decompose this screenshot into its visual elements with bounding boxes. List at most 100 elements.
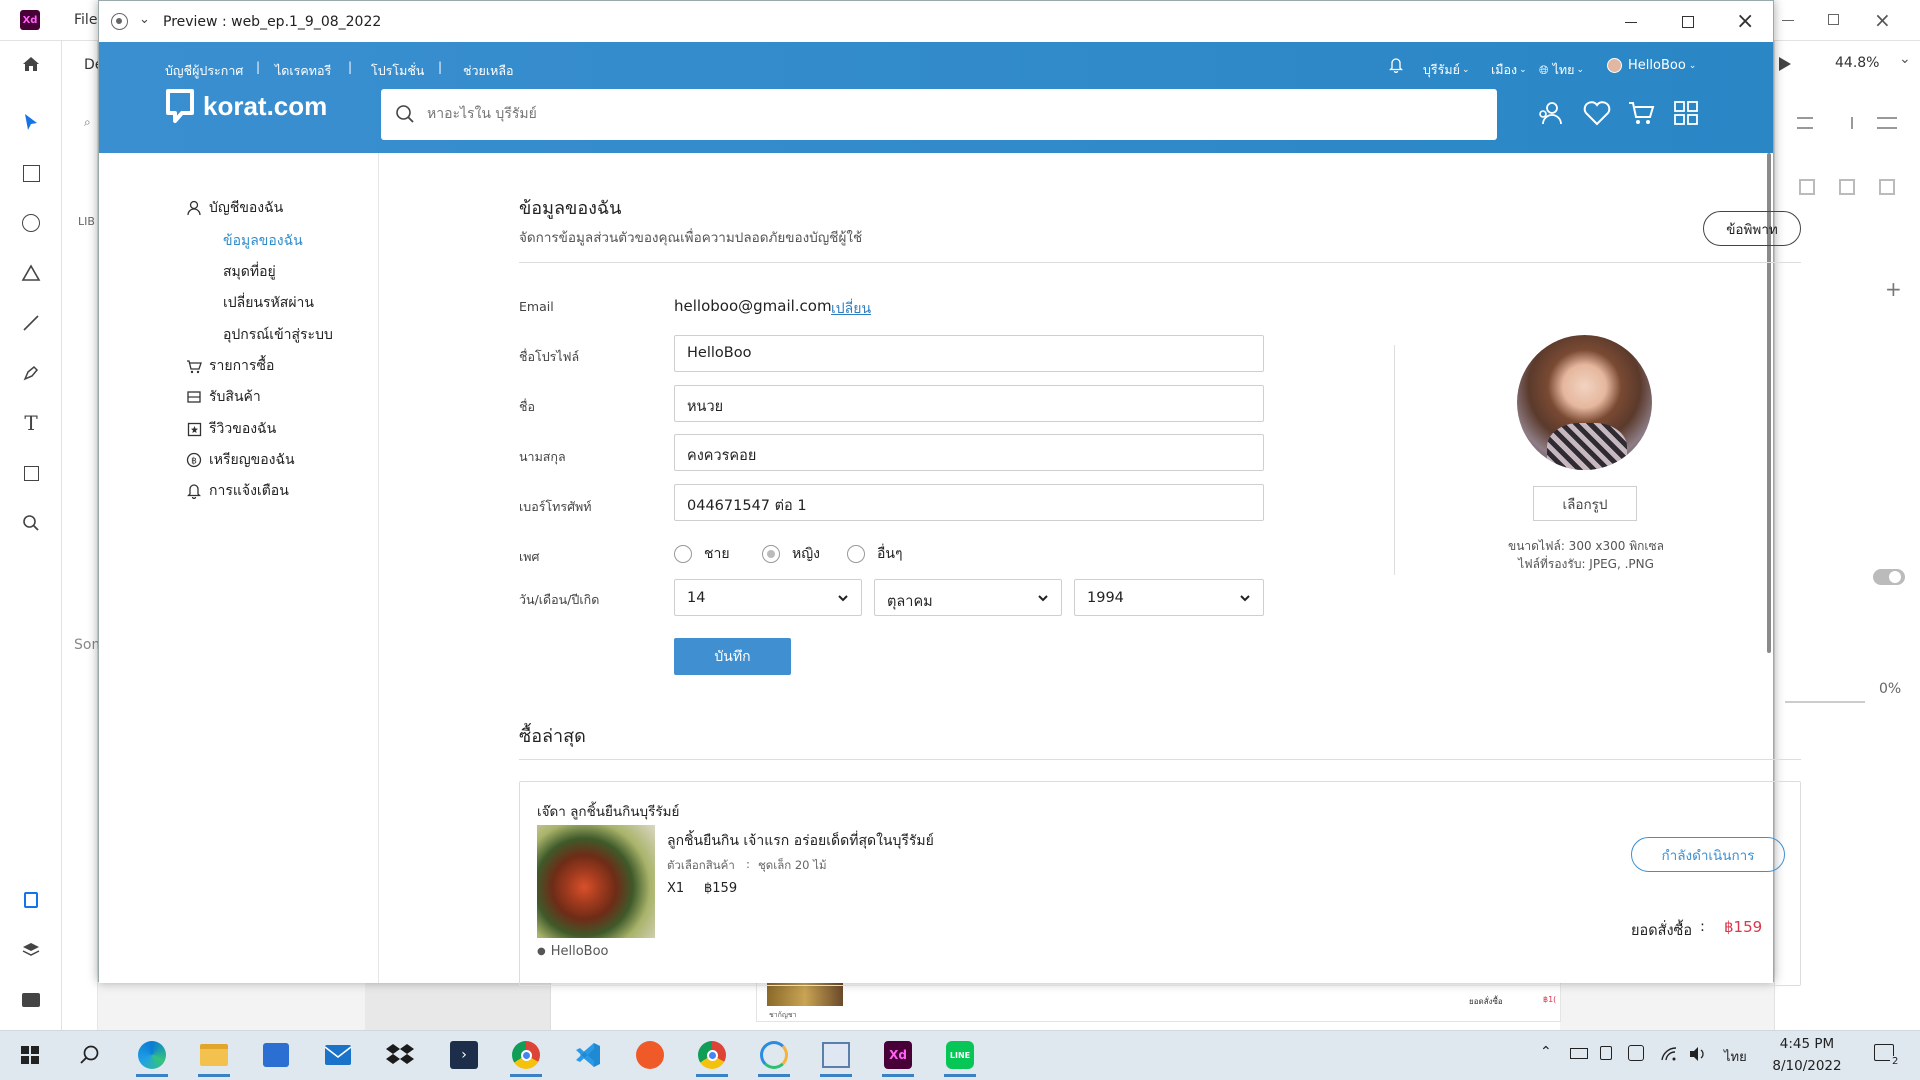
boolean-add-icon[interactable] <box>1799 179 1815 195</box>
align-icon[interactable] <box>1797 117 1813 129</box>
shop-name[interactable]: เจ๊ดา ลูกชิ้นยืนกินบุรีรัมย์ <box>537 800 679 822</box>
dispute-button[interactable]: ข้อพิพาท <box>1703 211 1801 246</box>
edge-browser-icon[interactable] <box>134 1037 170 1077</box>
language-indicator[interactable]: ไทย <box>1724 1046 1747 1067</box>
toplink-advertiser[interactable]: บัญชีผู้ประกาศ <box>165 61 243 81</box>
sidebar-item-purchases[interactable]: รายการซื้อ <box>185 355 274 377</box>
bell-icon[interactable] <box>1388 57 1404 77</box>
search-icon[interactable] <box>72 1037 108 1073</box>
search-bar[interactable] <box>381 89 1497 140</box>
boolean-subtract-icon[interactable] <box>1839 179 1855 195</box>
powershell-icon[interactable]: › <box>446 1037 482 1073</box>
order-card[interactable]: เจ๊ดา ลูกชิ้นยืนกินบุรีรัมย์ ลูกชิ้นยืนก… <box>519 781 1801 986</box>
xd-play-icon[interactable] <box>1779 57 1791 71</box>
last-name-field[interactable]: คงควรคอย <box>674 434 1264 471</box>
polygon-tool-icon[interactable] <box>16 258 46 288</box>
site-logo[interactable]: korat.com <box>165 88 327 124</box>
sidebar-item-reviews[interactable]: รีวิวของฉัน <box>185 418 276 440</box>
choose-photo-button[interactable]: เลือกรูป <box>1533 486 1637 521</box>
photos-app-icon[interactable] <box>756 1037 792 1077</box>
line-app-icon[interactable]: LINE <box>942 1037 978 1077</box>
line-tool-icon[interactable] <box>16 308 46 338</box>
phone-field[interactable]: 044671547 ต่อ 1 <box>674 484 1264 521</box>
close-icon[interactable]: × <box>1736 9 1754 34</box>
chrome-profile-icon[interactable] <box>694 1037 730 1077</box>
volume-icon[interactable] <box>1688 1046 1706 1066</box>
sidebar-item-coins[interactable]: ฿ เหรียญของฉัน <box>185 449 295 471</box>
sidebar-sub-address-book[interactable]: สมุดที่อยู่ <box>223 261 276 283</box>
mail-icon[interactable] <box>320 1037 356 1073</box>
rectangle-tool-icon[interactable] <box>16 158 46 188</box>
cart-icon[interactable] <box>1627 100 1655 130</box>
change-email-link[interactable]: เปลี่ยน <box>831 298 871 320</box>
language-selector[interactable]: 🌐︎ ไทย ⌄ <box>1539 60 1584 80</box>
toplink-directory[interactable]: ไดเรคทอรี <box>275 61 331 81</box>
sync-icon[interactable] <box>1628 1045 1644 1061</box>
adobe-xd-icon[interactable]: Xd <box>880 1037 916 1077</box>
wifi-icon[interactable] <box>1660 1046 1678 1066</box>
status-button[interactable]: กำลังดำเนินการ <box>1631 837 1785 872</box>
apps-grid-icon[interactable] <box>1673 100 1699 130</box>
store-icon[interactable] <box>258 1037 294 1073</box>
file-explorer-icon[interactable] <box>196 1037 232 1077</box>
gender-radio-female[interactable]: หญิง <box>762 543 820 565</box>
province-selector[interactable]: บุรีรัมย์ ⌄ <box>1423 60 1469 80</box>
city-selector[interactable]: เมือง ⌄ <box>1491 60 1527 80</box>
first-name-field[interactable]: หนวย <box>674 385 1264 422</box>
select-tool-icon[interactable] <box>16 107 46 137</box>
gender-radio-male[interactable]: ชาย <box>674 543 730 565</box>
sidebar-item-notifications[interactable]: การแจ้งเตือน <box>185 480 289 502</box>
home-icon[interactable] <box>16 49 46 79</box>
align-right-icon[interactable] <box>1837 117 1853 129</box>
clock-time[interactable]: 4:45 PM <box>1772 1036 1842 1052</box>
meet-icon[interactable] <box>1600 1046 1612 1060</box>
xd-file-menu[interactable]: File <box>74 12 97 28</box>
sidebar-sub-my-info[interactable]: ข้อมูลของฉัน <box>223 230 303 252</box>
xd-opacity-value[interactable]: 0% <box>1879 681 1901 697</box>
chevron-down-icon[interactable]: ⌄ <box>139 12 150 27</box>
dob-year-select[interactable]: 1994 <box>1074 579 1264 616</box>
chevron-down-icon[interactable]: ⌄ <box>1899 51 1911 67</box>
xd-restore-icon[interactable] <box>1828 14 1839 25</box>
search-input[interactable] <box>427 101 1477 127</box>
chrome-icon[interactable] <box>508 1037 544 1077</box>
pen-tool-icon[interactable] <box>16 358 46 388</box>
boolean-intersect-icon[interactable] <box>1879 179 1895 195</box>
community-icon[interactable] <box>1537 100 1565 132</box>
layers-panel-icon[interactable] <box>16 935 46 965</box>
dob-day-select[interactable]: 14 <box>674 579 862 616</box>
minimize-icon[interactable] <box>1625 22 1637 23</box>
zoom-tool-icon[interactable] <box>16 508 46 538</box>
sidebar-sub-login-devices[interactable]: อุปกรณ์เข้าสู่ระบบ <box>223 324 333 346</box>
ellipse-tool-icon[interactable] <box>16 208 46 238</box>
plugins-panel-icon[interactable] <box>16 985 46 1015</box>
sidebar-sub-change-password[interactable]: เปลี่ยนรหัสผ่าน <box>223 292 314 314</box>
product-image[interactable] <box>537 825 655 938</box>
chevron-up-icon[interactable]: ⌃ <box>1540 1044 1552 1060</box>
windows-start-icon[interactable] <box>12 1037 48 1073</box>
add-icon[interactable]: + <box>1885 277 1902 301</box>
image-viewer-icon[interactable] <box>818 1037 854 1077</box>
vscode-icon[interactable] <box>570 1037 606 1073</box>
save-button[interactable]: บันทึก <box>674 638 791 675</box>
xd-toggle[interactable] <box>1873 569 1905 585</box>
artboard-tool-icon[interactable] <box>16 458 46 488</box>
assets-panel-icon[interactable] <box>16 885 46 915</box>
sidebar-item-receive[interactable]: รับสินค้า <box>185 386 261 408</box>
toplink-promotion[interactable]: โปรโมชั่น <box>371 61 424 81</box>
xd-minimize-icon[interactable] <box>1782 20 1794 21</box>
xd-close-icon[interactable]: × <box>1874 8 1891 32</box>
toplink-help[interactable]: ช่วยเหลือ <box>463 61 514 81</box>
dob-month-select[interactable]: ตุลาคม <box>874 579 1062 616</box>
heart-icon[interactable] <box>1583 100 1611 130</box>
profile-name-field[interactable]: HelloBoo <box>674 335 1264 372</box>
draw-app-icon[interactable] <box>632 1037 668 1073</box>
gender-radio-other[interactable]: อื่นๆ <box>847 543 903 565</box>
user-menu[interactable]: HelloBoo ⌄ <box>1607 58 1696 73</box>
xd-zoom-value[interactable]: 44.8% <box>1835 55 1879 71</box>
maximize-icon[interactable] <box>1682 16 1694 28</box>
xd-opacity-slider[interactable] <box>1785 701 1865 703</box>
text-tool-icon[interactable]: T <box>16 408 46 438</box>
distribute-icon[interactable] <box>1877 117 1897 129</box>
record-icon[interactable] <box>111 13 128 30</box>
